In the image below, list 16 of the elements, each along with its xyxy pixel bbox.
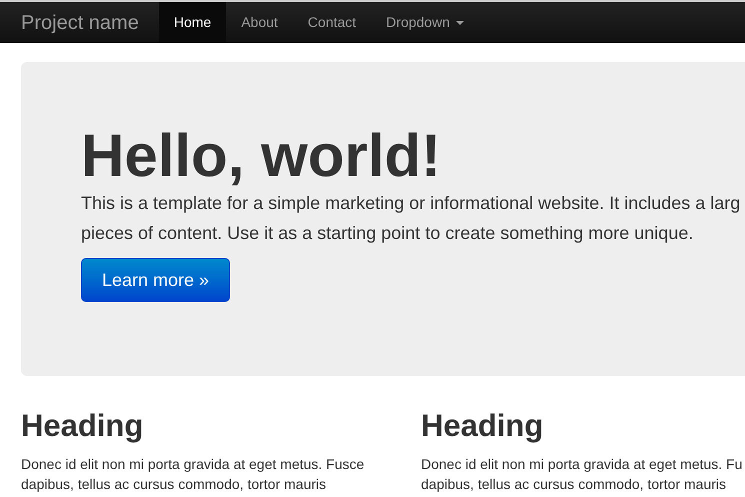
section-text: Donec id elit non mi porta gravida at eget metus. Fu xyxy=(421,455,742,474)
caret-icon xyxy=(456,20,464,24)
section-text: dapibus, tellus ac cursus commodo, tortor mauris xyxy=(21,475,326,494)
section-heading: Heading xyxy=(21,407,144,445)
hero-text: This is a template for a simple marketing or informational website. It includes a larg xyxy=(81,192,740,215)
brand-link[interactable]: Project name xyxy=(21,8,139,38)
nav-link[interactable]: Home xyxy=(158,2,226,43)
nav-link[interactable]: About xyxy=(226,2,293,43)
hero-title: Hello, world! xyxy=(81,124,442,188)
learn-more-button[interactable]: Learn more » xyxy=(81,258,230,302)
hero-text: pieces of content. Use it as a starting point to create something more unique. xyxy=(81,222,694,245)
section-text: dapibus, tellus ac cursus commodo, tortor mauris xyxy=(421,475,726,494)
dropdown-menu[interactable]: Dropdown xyxy=(371,2,479,43)
nav-link[interactable]: Contact xyxy=(292,2,372,43)
section-text: Donec id elit non mi porta gravida at eget metus. Fusce xyxy=(21,455,364,474)
section-heading: Heading xyxy=(421,407,544,445)
